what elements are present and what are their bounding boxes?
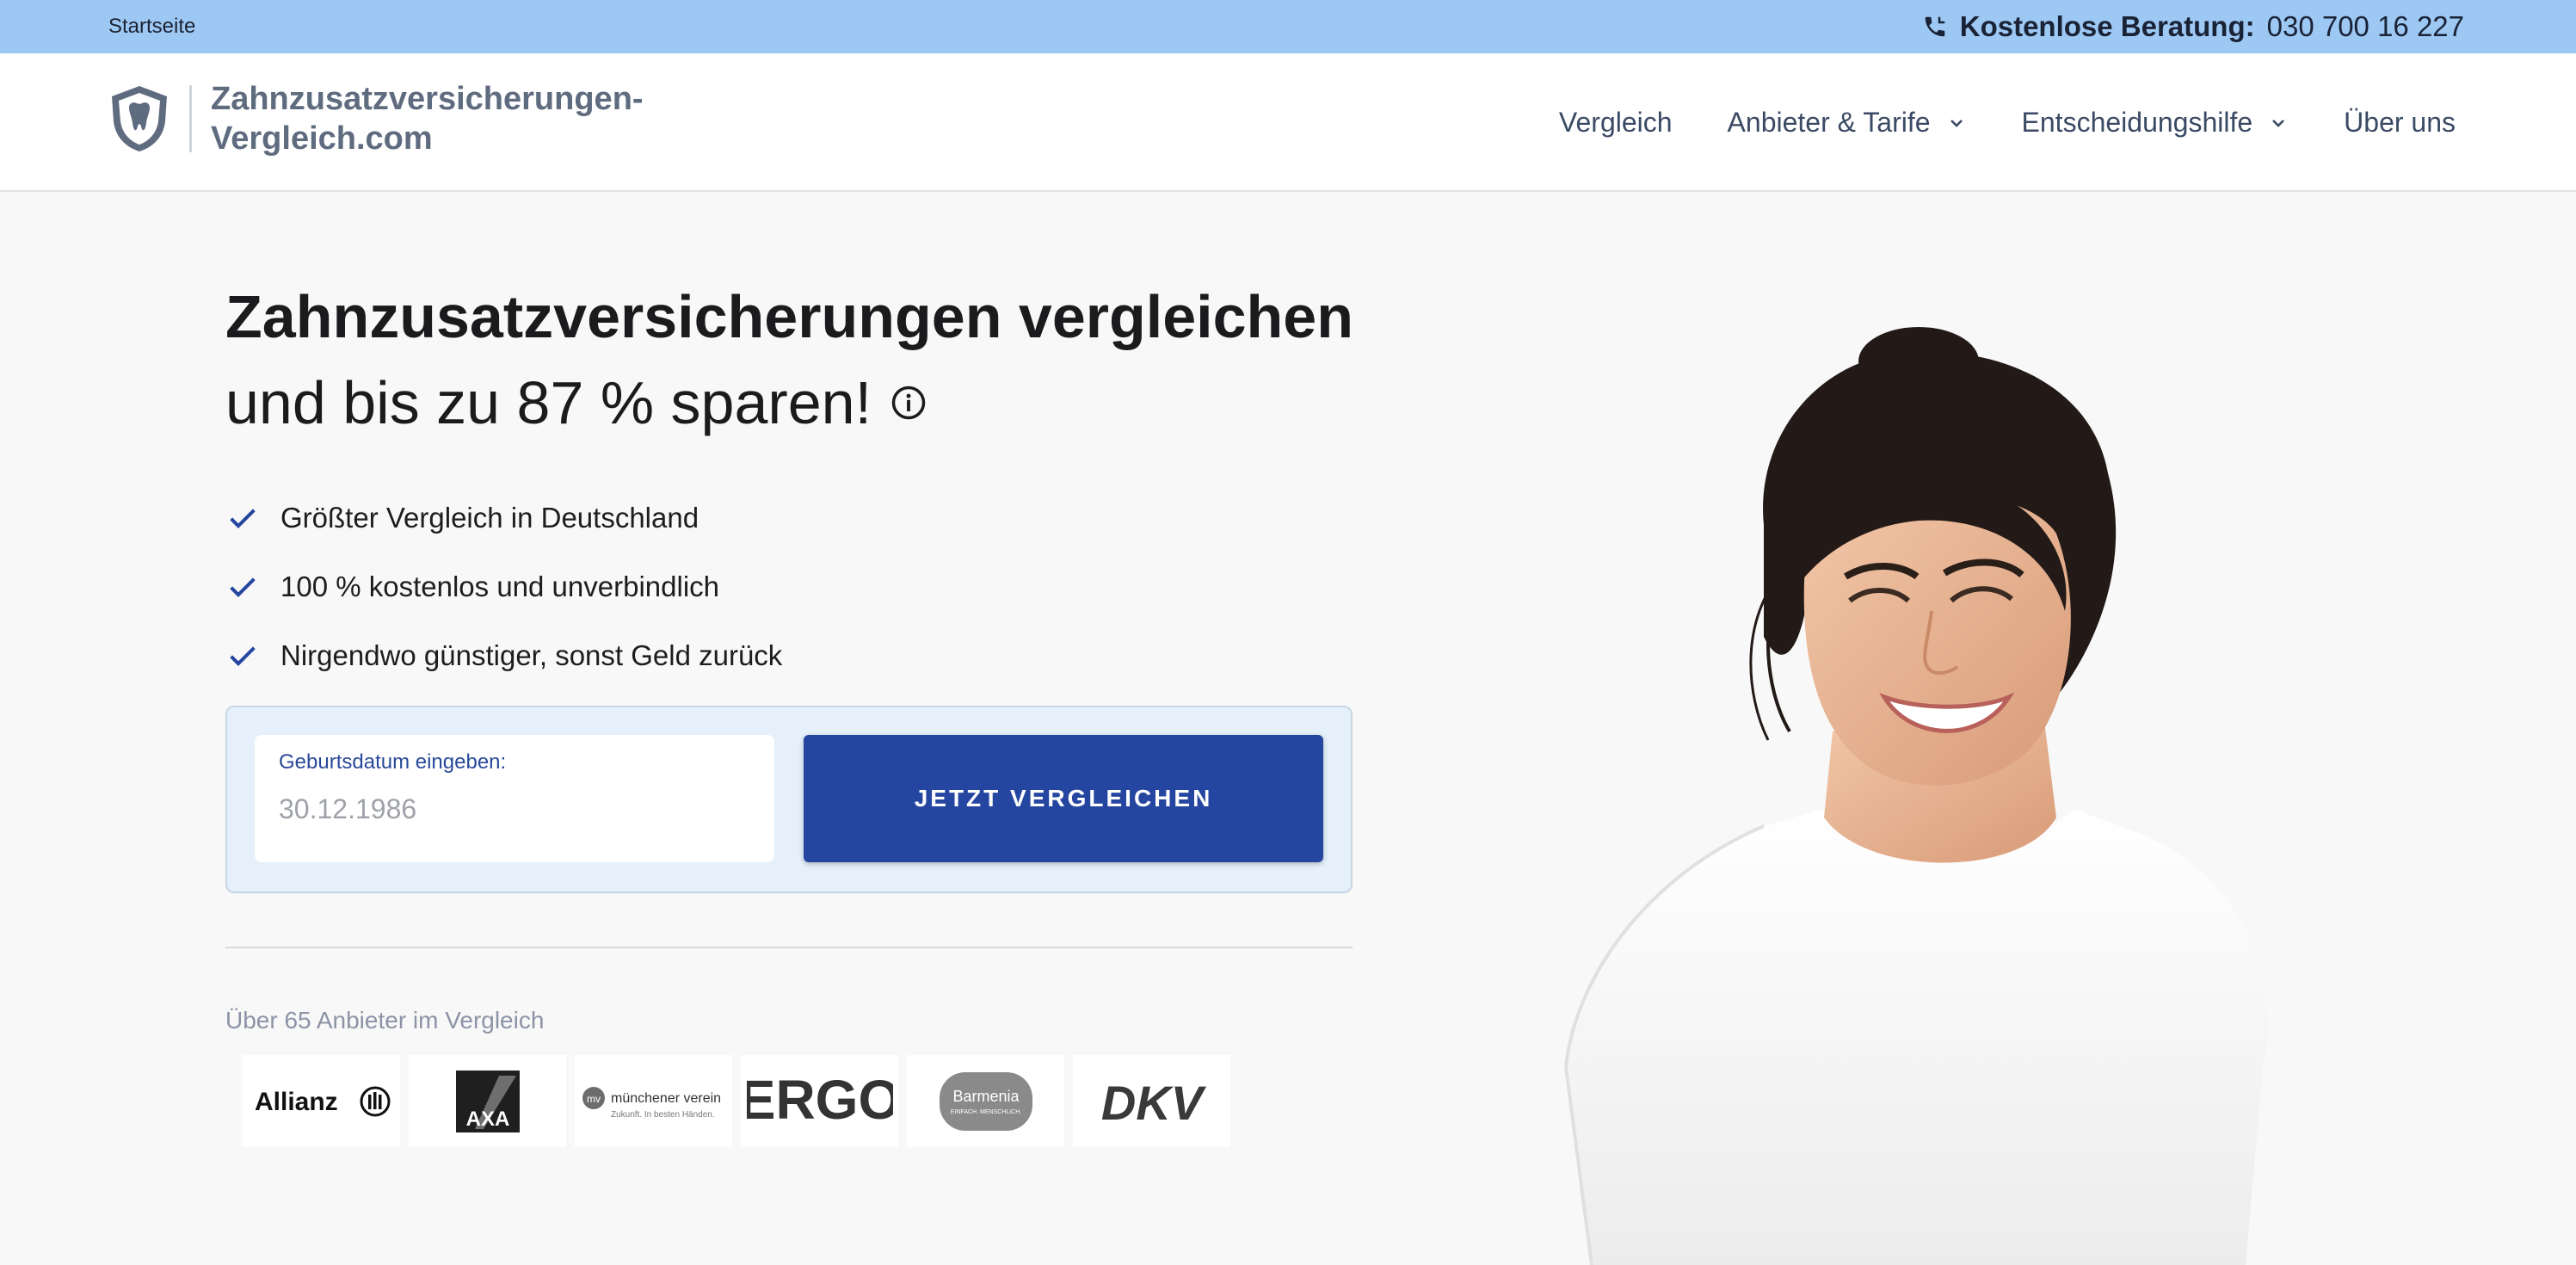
- nav-item-anbieter-tarife[interactable]: Anbieter & Tarife: [1728, 107, 1967, 139]
- hero-portrait-image: [1563, 327, 2267, 1265]
- provider-logo-barmenia: Barmenia EINFACH. MENSCHLICH.: [907, 1055, 1064, 1147]
- svg-text:mv: mv: [587, 1093, 601, 1105]
- logo-wordmark: Zahnzusatzversicherungen- Vergleich.com: [211, 79, 644, 158]
- compare-form: Geburtsdatum eingeben: JETZT VERGLEICHEN: [225, 706, 1353, 893]
- ergo-logo: ERGO: [747, 1071, 893, 1131]
- benefit-text: Größter Vergleich in Deutschland: [280, 502, 699, 534]
- birthdate-label: Geburtsdatum eingeben:: [279, 750, 507, 774]
- site-header: Zahnzusatzversicherungen- Vergleich.com …: [0, 53, 2576, 192]
- benefit-item: Nirgendwo günstiger, sonst Geld zurück: [225, 621, 782, 690]
- logo-divider: [189, 85, 192, 152]
- benefit-text: 100 % kostenlos und unverbindlich: [280, 571, 720, 602]
- phone-number[interactable]: 030 700 16 227: [2267, 10, 2464, 43]
- chevron-down-icon: [1950, 119, 1963, 127]
- providers-label: Über 65 Anbieter im Vergleich: [225, 1007, 545, 1034]
- axa-logo: AXA: [455, 1070, 520, 1132]
- nav-label: Über uns: [2344, 107, 2456, 138]
- nav-item-ueber-uns[interactable]: Über uns: [2344, 107, 2456, 139]
- breadcrumb-home[interactable]: Startseite: [108, 15, 195, 39]
- benefit-item: Größter Vergleich in Deutschland: [225, 484, 782, 552]
- top-bar: Startseite Kostenlose Beratung: 030 700 …: [0, 0, 2576, 53]
- svg-text:ERGO: ERGO: [747, 1071, 893, 1131]
- check-icon: [230, 646, 256, 666]
- site-logo[interactable]: Zahnzusatzversicherungen- Vergleich.com: [108, 79, 644, 158]
- compare-now-button[interactable]: JETZT VERGLEICHEN: [804, 735, 1323, 862]
- muenchener-verein-logo: mv münchener verein Zukunft. In besten H…: [582, 1086, 721, 1120]
- svg-text:DKV: DKV: [1100, 1076, 1206, 1130]
- nav-item-vergleich[interactable]: Vergleich: [1559, 107, 1673, 139]
- benefit-item: 100 % kostenlos und unverbindlich: [225, 552, 782, 621]
- allianz-logo: Allianz: [255, 1086, 390, 1116]
- provider-logo-axa: AXA: [409, 1055, 566, 1147]
- svg-text:münchener verein: münchener verein: [611, 1091, 721, 1106]
- birthdate-field[interactable]: Geburtsdatum eingeben:: [255, 735, 774, 862]
- nav-item-entscheidungshilfe[interactable]: Entscheidungshilfe: [2022, 107, 2289, 139]
- hero-subtitle-text: und bis zu 87 % sparen!: [225, 369, 872, 436]
- svg-text:Barmenia: Barmenia: [952, 1088, 1020, 1105]
- provider-logo-ergo: ERGO: [741, 1055, 898, 1147]
- nav-label: Vergleich: [1558, 107, 1673, 138]
- phone-icon: [1925, 16, 1944, 37]
- provider-logos: Allianz AXA mv münchener verein Zukunft.…: [243, 1055, 1230, 1147]
- provider-logo-dkv: DKV: [1073, 1055, 1230, 1147]
- svg-text:EINFACH. MENSCHLICH.: EINFACH. MENSCHLICH.: [950, 1109, 1021, 1115]
- check-icon: [230, 577, 256, 597]
- main-nav: Vergleich Anbieter & Tarife Entscheidung…: [1559, 53, 2456, 192]
- provider-logo-allianz: Allianz: [243, 1055, 400, 1147]
- dkv-logo: DKV: [1100, 1076, 1206, 1130]
- benefit-list: Größter Vergleich in Deutschland 100 % k…: [225, 484, 782, 690]
- logo-line-2: Vergleich.com: [211, 120, 433, 157]
- svg-text:AXA: AXA: [465, 1108, 509, 1131]
- section-divider: [225, 947, 1353, 948]
- phone-label: Kostenlose Beratung:: [1959, 10, 2255, 42]
- chevron-down-icon: [2272, 119, 2285, 127]
- logo-line-1: Zahnzusatzversicherungen-: [211, 81, 644, 117]
- phone-contact[interactable]: Kostenlose Beratung: 030 700 16 227: [1922, 10, 2464, 43]
- hero-title: Zahnzusatzversicherungen vergleichen: [225, 283, 1353, 350]
- tooth-shield-icon: [112, 86, 167, 151]
- provider-logo-muenchener-verein: mv münchener verein Zukunft. In besten H…: [575, 1055, 732, 1147]
- check-icon: [230, 509, 256, 528]
- nav-label: Entscheidungshilfe: [2021, 107, 2253, 138]
- svg-text:Zukunft. In besten Händen.: Zukunft. In besten Händen.: [611, 1110, 715, 1120]
- barmenia-logo: Barmenia EINFACH. MENSCHLICH.: [939, 1071, 1032, 1131]
- birthdate-input[interactable]: [279, 793, 750, 825]
- benefit-text: Nirgendwo günstiger, sonst Geld zurück: [280, 639, 783, 671]
- svg-text:Allianz: Allianz: [255, 1088, 338, 1116]
- info-icon[interactable]: [891, 385, 927, 421]
- hero-subtitle: und bis zu 87 % sparen!: [225, 368, 927, 437]
- nav-label: Anbieter & Tarife: [1727, 107, 1931, 138]
